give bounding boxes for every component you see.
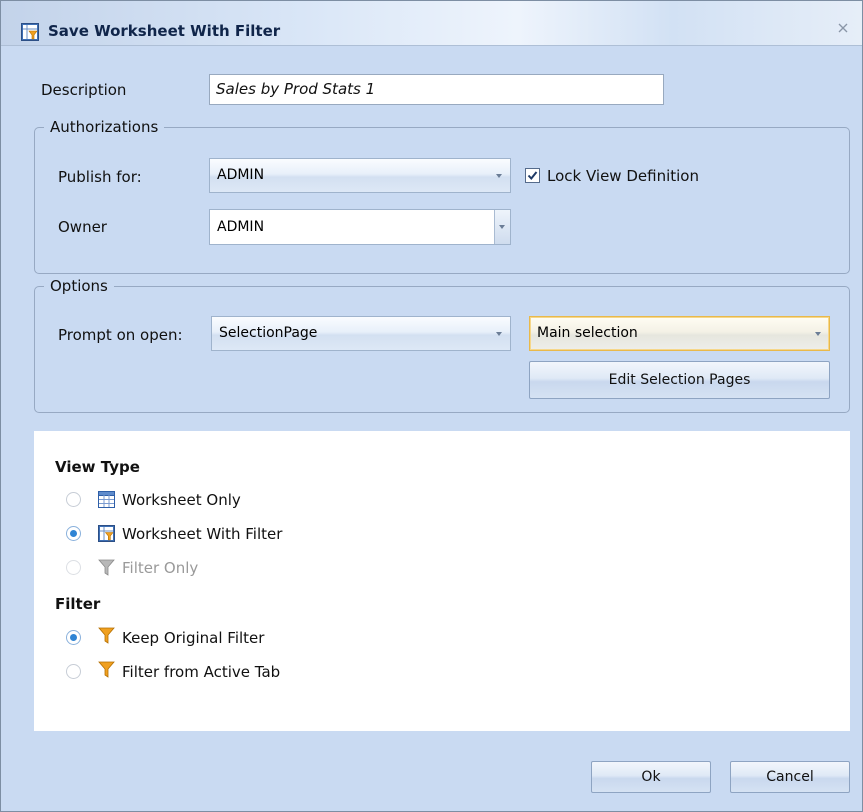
chevron-down-icon — [499, 225, 505, 229]
publish-for-value: ADMIN — [217, 167, 265, 183]
lock-view-checkbox[interactable] — [525, 168, 540, 183]
selection-page-value: Main selection — [537, 325, 638, 341]
save-worksheet-dialog: Save Worksheet With Filter Description S… — [0, 0, 863, 812]
filter-only-label: Filter Only — [122, 559, 199, 577]
prompt-on-open-value: SelectionPage — [219, 325, 318, 341]
keep-original-filter-radio[interactable] — [66, 630, 81, 645]
prompt-on-open-select[interactable]: SelectionPage — [211, 316, 511, 351]
owner-label: Owner — [58, 218, 107, 236]
filter-icon — [98, 627, 115, 644]
description-input[interactable]: Sales by Prod Stats 1 — [209, 74, 664, 105]
worksheet-only-radio[interactable] — [66, 492, 81, 507]
worksheet-filter-icon — [21, 23, 39, 41]
publish-for-label: Publish for: — [58, 168, 142, 186]
selection-page-select[interactable]: Main selection — [529, 316, 830, 351]
publish-for-select[interactable]: ADMIN — [209, 158, 511, 193]
prompt-on-open-label: Prompt on open: — [58, 326, 183, 344]
cancel-button[interactable]: Cancel — [730, 761, 850, 793]
authorizations-group — [34, 127, 850, 274]
owner-dropdown-button[interactable] — [494, 210, 510, 244]
filter-gray-icon — [98, 559, 115, 576]
close-icon[interactable] — [836, 21, 850, 35]
filter-from-active-tab-label[interactable]: Filter from Active Tab — [122, 663, 280, 681]
lock-view-label[interactable]: Lock View Definition — [547, 167, 699, 185]
keep-original-filter-label[interactable]: Keep Original Filter — [122, 629, 264, 647]
chevron-down-icon — [496, 174, 502, 178]
chevron-down-icon — [496, 332, 502, 336]
ok-button[interactable]: Ok — [591, 761, 711, 793]
owner-value: ADMIN — [217, 219, 265, 235]
title-bar[interactable]: Save Worksheet With Filter — [1, 1, 862, 46]
dialog-title: Save Worksheet With Filter — [48, 22, 281, 40]
filter-icon — [98, 661, 115, 678]
owner-select[interactable]: ADMIN — [209, 209, 511, 245]
view-type-title: View Type — [55, 458, 140, 476]
checkmark-icon — [527, 171, 538, 181]
worksheet-only-label[interactable]: Worksheet Only — [122, 491, 241, 509]
worksheet-filter-icon — [98, 525, 115, 542]
edit-selection-pages-button[interactable]: Edit Selection Pages — [529, 361, 830, 399]
filter-title: Filter — [55, 595, 101, 613]
options-legend: Options — [44, 277, 114, 295]
description-label: Description — [41, 81, 127, 99]
chevron-down-icon — [815, 332, 821, 336]
filter-from-active-tab-radio[interactable] — [66, 664, 81, 679]
worksheet-with-filter-label[interactable]: Worksheet With Filter — [122, 525, 282, 543]
worksheet-with-filter-radio[interactable] — [66, 526, 81, 541]
authorizations-legend: Authorizations — [44, 118, 165, 136]
filter-only-radio — [66, 560, 81, 575]
worksheet-icon — [98, 491, 115, 508]
view-type-panel: View Type Worksheet Only Worksheet With … — [34, 431, 850, 731]
